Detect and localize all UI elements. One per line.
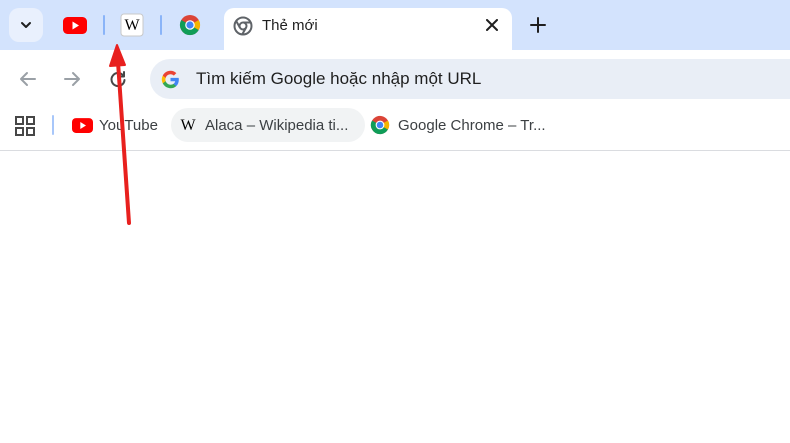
plus-icon (530, 17, 546, 33)
close-tab-button[interactable] (482, 15, 502, 35)
bookmark-youtube[interactable]: YouTube (66, 108, 164, 142)
pinned-tab-chrome[interactable] (177, 12, 203, 38)
tab-search-button[interactable] (9, 8, 43, 42)
omnibox[interactable]: Tìm kiếm Google hoặc nhập một URL (150, 59, 790, 99)
back-button[interactable] (14, 65, 42, 93)
chrome-icon (370, 115, 390, 135)
bookmark-google-chrome[interactable]: Google Chrome – Tr... (364, 108, 552, 142)
forward-button[interactable] (58, 65, 86, 93)
tab-title: Thẻ mới (262, 17, 318, 34)
google-g-icon (161, 70, 180, 94)
tab-strip: W Thẻ mới (0, 0, 790, 50)
tab-separator (160, 15, 162, 35)
arrow-left-icon (20, 72, 36, 86)
bookmark-label: Alaca – Wikipedia ti... (205, 116, 349, 134)
pinned-tab-wikipedia[interactable]: W (119, 12, 145, 38)
bookmark-label: Google Chrome – Tr... (398, 116, 546, 134)
page-content (0, 151, 790, 443)
reload-button[interactable] (104, 65, 132, 93)
new-tab-button[interactable] (524, 11, 552, 39)
toolbar: Tìm kiếm Google hoặc nhập một URL (0, 50, 790, 107)
svg-text:W: W (124, 17, 140, 34)
apps-grid-icon (15, 116, 35, 136)
wikipedia-icon: W (120, 13, 144, 37)
omnibox-placeholder: Tìm kiếm Google hoặc nhập một URL (196, 69, 482, 88)
close-icon (486, 19, 498, 31)
active-tab[interactable]: Thẻ mới (224, 8, 512, 50)
wikipedia-icon: W (180, 117, 196, 134)
chrome-outline-icon (233, 16, 253, 41)
bookmarks-bar: YouTube W Alaca – Wikipedia ti... Google… (0, 107, 790, 151)
bookmarks-separator (52, 115, 54, 135)
reload-icon (110, 71, 126, 87)
apps-button[interactable] (14, 115, 36, 137)
tab-separator (103, 15, 105, 35)
pinned-tab-youtube[interactable] (62, 12, 88, 38)
svg-text:W: W (180, 117, 196, 134)
arrow-right-icon (64, 72, 80, 86)
bookmark-label: YouTube (99, 116, 158, 134)
chevron-down-icon (21, 22, 31, 28)
chrome-icon (179, 15, 201, 36)
youtube-icon (72, 117, 93, 133)
bookmark-wikipedia[interactable]: W Alaca – Wikipedia ti... (171, 108, 365, 142)
youtube-icon (63, 16, 87, 34)
